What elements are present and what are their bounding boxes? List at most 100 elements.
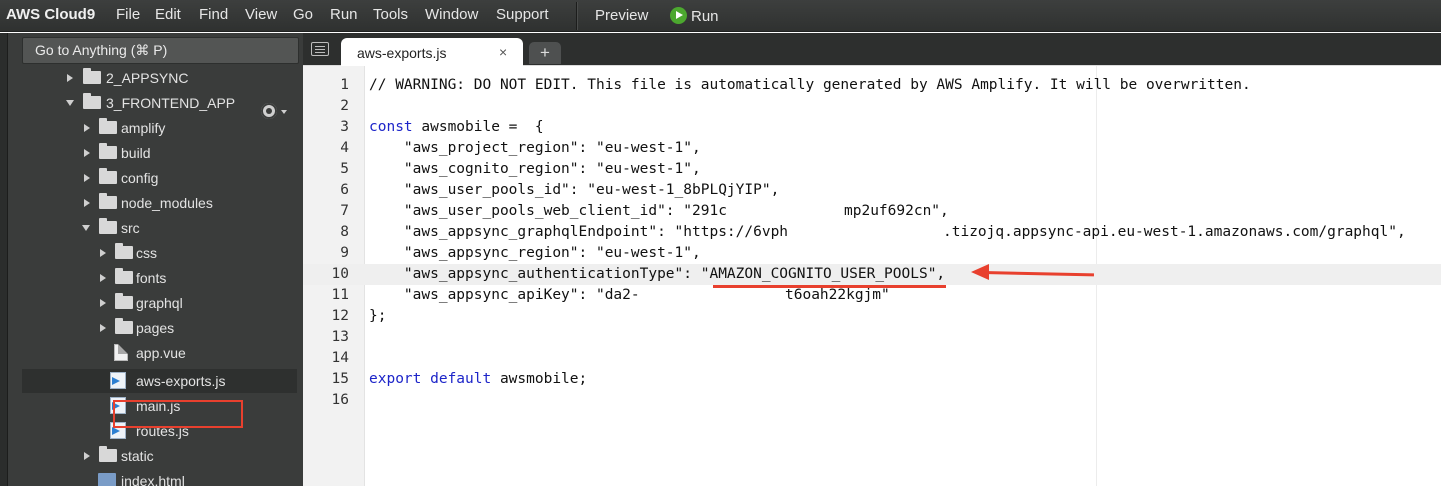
tree-item-3-frontend-app[interactable]: 3_FRONTEND_APP: [22, 91, 297, 115]
new-tab-button[interactable]: +: [529, 42, 561, 64]
tree-item-fonts[interactable]: fonts: [22, 266, 297, 290]
chevron-right-icon[interactable]: [84, 199, 90, 207]
menu-go[interactable]: Go: [293, 6, 313, 23]
run-label: Run: [691, 8, 719, 25]
chevron-down-icon[interactable]: [66, 100, 74, 106]
folder-icon: [115, 268, 133, 284]
code-text: mp2uf692cn",: [844, 203, 949, 219]
menu-find[interactable]: Find: [199, 6, 228, 23]
js-file-icon: [110, 372, 126, 389]
tree-item-label: config: [121, 170, 159, 186]
tree-item-2-appsync[interactable]: 2_APPSYNC: [22, 66, 297, 90]
code-keyword: const: [369, 119, 413, 135]
code-text: const awsmobile = {: [369, 119, 544, 135]
line-number: 4: [340, 140, 349, 156]
tree-item-src[interactable]: src: [22, 216, 297, 240]
line-number: 2: [340, 98, 349, 114]
line-number: 12: [331, 308, 349, 324]
code-line: 16: [303, 390, 1441, 411]
menu-edit[interactable]: Edit: [155, 6, 181, 23]
menubar-divider: [576, 2, 577, 30]
preview-button[interactable]: Preview: [595, 7, 648, 24]
tree-item-label: css: [136, 245, 157, 261]
tree-item-css[interactable]: css: [22, 241, 297, 265]
app-brand[interactable]: AWS Cloud9: [6, 6, 95, 23]
tree-item-label: app.vue: [136, 345, 186, 361]
menu-tools[interactable]: Tools: [373, 6, 408, 23]
line-number: 7: [340, 203, 349, 219]
line-number: 8: [340, 224, 349, 240]
line-number: 6: [340, 182, 349, 198]
line-number: 16: [331, 392, 349, 408]
code-editor[interactable]: 1 // WARNING: DO NOT EDIT. This file is …: [303, 66, 1441, 486]
code-line: 8 "aws_appsync_graphqlEndpoint": "https:…: [303, 222, 1441, 243]
tree-item-static[interactable]: static: [22, 444, 297, 468]
folder-icon: [99, 193, 117, 209]
chevron-right-icon[interactable]: [84, 174, 90, 182]
html-file-icon: [98, 473, 116, 486]
highlight-box: [113, 400, 243, 428]
chevron-right-icon[interactable]: [67, 74, 73, 82]
tree-item-label: 3_FRONTEND_APP: [106, 95, 236, 111]
run-button[interactable]: Run: [670, 7, 719, 25]
code-line: 1 // WARNING: DO NOT EDIT. This file is …: [303, 75, 1441, 96]
chevron-right-icon[interactable]: [100, 274, 106, 282]
line-number: 5: [340, 161, 349, 177]
line-number: 13: [331, 329, 349, 345]
chevron-right-icon[interactable]: [100, 299, 106, 307]
side-panel-strip: [0, 33, 8, 486]
line-number: 10: [331, 266, 349, 282]
code-text: "aws_user_pools_web_client_id": "291c: [369, 203, 727, 219]
code-line-active: 10 "aws_appsync_authenticationType": "AM…: [303, 264, 1441, 285]
code-line: 12 };: [303, 306, 1441, 327]
tree-item-label: 2_APPSYNC: [106, 70, 189, 86]
go-to-anything-input[interactable]: Go to Anything (⌘ P): [22, 37, 299, 64]
tree-item-index-html[interactable]: index.html: [22, 469, 297, 486]
chevron-right-icon[interactable]: [84, 149, 90, 157]
tree-item-app-vue[interactable]: app.vue: [22, 341, 297, 365]
code-text: export default awsmobile;: [369, 371, 587, 387]
code-text: "aws_cognito_region": "eu-west-1",: [369, 161, 701, 177]
chevron-right-icon[interactable]: [100, 249, 106, 257]
chevron-right-icon[interactable]: [84, 124, 90, 132]
tree-item-graphql[interactable]: graphql: [22, 291, 297, 315]
tree-item-node-modules[interactable]: node_modules: [22, 191, 297, 215]
code-line: 5 "aws_cognito_region": "eu-west-1",: [303, 159, 1441, 180]
menu-file[interactable]: File: [116, 6, 140, 23]
tree-item-pages[interactable]: pages: [22, 316, 297, 340]
tree-item-config[interactable]: config: [22, 166, 297, 190]
folder-icon: [99, 143, 117, 159]
file-icon: [114, 344, 128, 361]
tree-item-label: pages: [136, 320, 175, 336]
folder-icon: [115, 318, 133, 334]
code-line: 3 const awsmobile = {: [303, 117, 1441, 138]
line-number: 15: [331, 371, 349, 387]
code-line: 7 "aws_user_pools_web_client_id": "291c …: [303, 201, 1441, 222]
file-tree-panel: Go to Anything (⌘ P) 2_APPSYNC 3_FRONTEN…: [8, 33, 303, 486]
menu-view[interactable]: View: [245, 6, 277, 23]
tree-item-label: index.html: [121, 473, 185, 486]
tab-aws-exports-js[interactable]: aws-exports.js ×: [341, 38, 523, 67]
code-line: 2: [303, 96, 1441, 117]
panel-toggle-icon[interactable]: [311, 42, 329, 56]
tab-label: aws-exports.js: [357, 45, 447, 61]
chevron-down-icon[interactable]: [82, 225, 90, 231]
chevron-right-icon[interactable]: [84, 452, 90, 460]
line-number: 11: [331, 287, 349, 303]
code-line: 9 "aws_appsync_region": "eu-west-1",: [303, 243, 1441, 264]
tree-item-amplify[interactable]: amplify: [22, 116, 297, 140]
tree-item-label: node_modules: [121, 195, 213, 211]
folder-icon: [83, 93, 101, 109]
menu-window[interactable]: Window: [425, 6, 478, 23]
menu-run[interactable]: Run: [330, 6, 358, 23]
chevron-right-icon[interactable]: [100, 324, 106, 332]
folder-icon: [83, 68, 101, 84]
code-line: 4 "aws_project_region": "eu-west-1",: [303, 138, 1441, 159]
menu-support[interactable]: Support: [496, 6, 549, 23]
close-icon[interactable]: ×: [499, 44, 507, 60]
tree-item-build[interactable]: build: [22, 141, 297, 165]
annotation-arrow-icon: [971, 264, 989, 280]
tree-item-aws-exports-js[interactable]: aws-exports.js: [22, 369, 297, 393]
code-text: awsmobile = {: [412, 119, 544, 135]
tree-item-label: src: [121, 220, 140, 236]
